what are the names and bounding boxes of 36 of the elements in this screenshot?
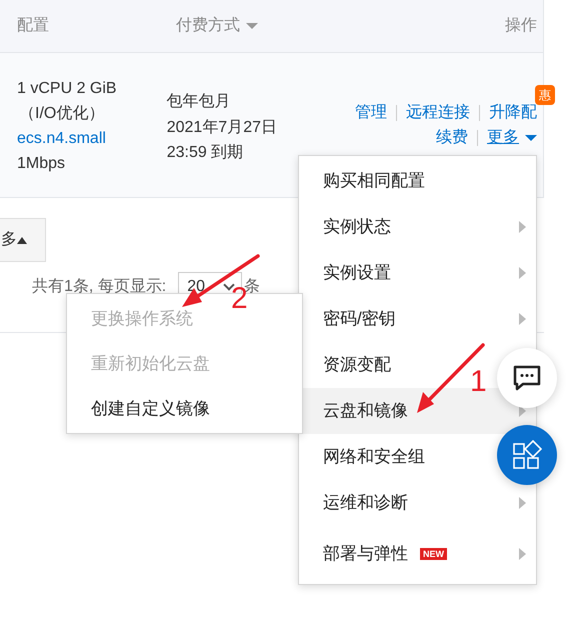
menu-item[interactable]: 创建自定义镜像: [91, 386, 210, 431]
column-header: 操作: [505, 16, 537, 36]
instance-type-link[interactable]: ecs.n4.small: [17, 126, 106, 151]
menu-item[interactable]: 部署与弹性 NEW: [299, 526, 536, 582]
action-link[interactable]: 续费: [436, 125, 468, 150]
chevron-right-icon: [519, 548, 526, 560]
pagination-summary: 共有1条, 每页显示:: [32, 276, 166, 297]
action-link[interactable]: 远程连接: [406, 100, 470, 125]
column-header: 配置: [17, 16, 49, 36]
bandwidth-text: 1Mbps: [17, 154, 66, 174]
chevron-right-icon: [519, 313, 526, 325]
annotation-arrow: [417, 343, 485, 413]
billing-text: 包年包月: [166, 92, 231, 112]
action-link[interactable]: 管理: [355, 100, 387, 125]
menu-item[interactable]: 实例状态: [299, 204, 536, 250]
chat-icon: [513, 365, 541, 391]
menu-item[interactable]: 运维和诊断: [299, 480, 536, 526]
config-text: （I/O优化）: [18, 104, 106, 124]
menu-item[interactable]: 实例设置: [299, 250, 536, 296]
sort-caret-icon: [246, 23, 258, 29]
action-link[interactable]: 更多: [487, 125, 537, 150]
config-text: 1 vCPU 2 GiB: [17, 79, 118, 99]
new-badge: NEW: [420, 548, 447, 560]
grid-icon: [512, 440, 542, 470]
menu-item: 重新初始化云盘: [91, 352, 210, 375]
chevron-right-icon: [519, 267, 526, 279]
caret-icon: [17, 236, 27, 244]
promo-badge: 惠: [535, 85, 555, 105]
action-link[interactable]: 升降配: [489, 100, 537, 125]
menu-item: 更换操作系统: [91, 308, 193, 330]
billing-text: 23:59 到期: [166, 143, 244, 163]
chevron-right-icon: [519, 221, 526, 233]
billing-text: 2021年7月27日: [166, 118, 277, 138]
caret-icon: [525, 134, 537, 140]
more-button[interactable]: 多: [0, 218, 46, 262]
chevron-right-icon: [519, 497, 526, 509]
